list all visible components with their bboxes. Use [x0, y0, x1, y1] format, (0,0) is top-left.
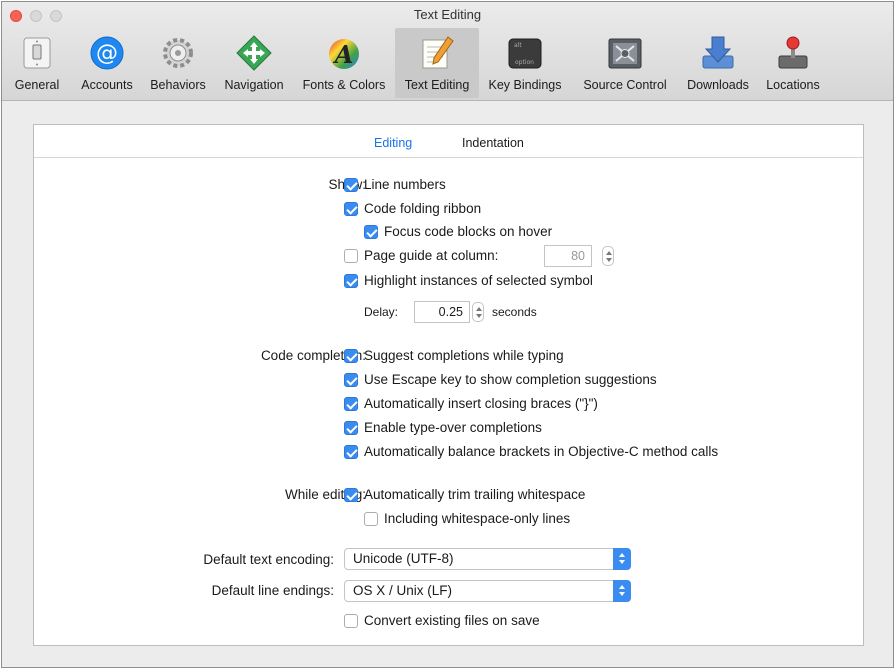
delay-stepper[interactable]	[472, 302, 484, 322]
option-key-icon: alt option	[508, 38, 542, 69]
line-endings-label: Default line endings:	[211, 583, 334, 598]
closing-braces-label: Automatically insert closing braces ("}"…	[364, 396, 598, 411]
page-guide-label: Page guide at column:	[364, 248, 499, 263]
editing-pane: Editing Indentation Show: Line numbers C…	[33, 124, 864, 646]
toolbar-downloads[interactable]: Downloads	[680, 28, 756, 98]
text-encoding-label: Default text encoding:	[203, 552, 334, 567]
preferences-window: Text Editing General @ Accounts Behavior…	[1, 1, 894, 668]
navigation-arrows-icon	[236, 35, 272, 71]
type-over-checkbox[interactable]	[344, 421, 358, 435]
toolbar-fonts-colors[interactable]: A Fonts & Colors	[294, 28, 394, 98]
escape-key-label: Use Escape key to show completion sugges…	[364, 372, 657, 387]
notepad-pencil-icon	[422, 36, 454, 69]
line-endings-value: OS X / Unix (LF)	[353, 583, 453, 598]
toolbar-label: General	[14, 78, 60, 92]
toolbar-source-control[interactable]: Source Control	[572, 28, 678, 98]
type-over-label: Enable type-over completions	[364, 420, 542, 435]
focus-blocks-label: Focus code blocks on hover	[384, 224, 553, 239]
toolbar-general[interactable]: General	[8, 28, 66, 98]
text-encoding-popup[interactable]: Unicode (UTF-8)	[344, 548, 631, 570]
suggest-completions-label: Suggest completions while typing	[364, 348, 564, 363]
line-endings-popup[interactable]: OS X / Unix (LF)	[344, 580, 631, 602]
whitespace-only-lines-checkbox[interactable]	[364, 512, 378, 526]
balance-brackets-checkbox[interactable]	[344, 445, 358, 459]
tab-indentation[interactable]: Indentation	[462, 136, 524, 150]
page-guide-checkbox[interactable]	[344, 249, 358, 263]
toolbar-behaviors[interactable]: Behaviors	[142, 28, 214, 98]
light-switch-icon	[23, 37, 51, 69]
code-folding-checkbox[interactable]	[344, 202, 358, 216]
trim-whitespace-label: Automatically trim trailing whitespace	[364, 487, 586, 502]
at-sign-icon: @	[90, 36, 124, 70]
closing-braces-checkbox[interactable]	[344, 397, 358, 411]
whitespace-only-lines-label: Including whitespace-only lines	[384, 511, 571, 526]
font-letter-icon: A	[329, 39, 359, 69]
gears-icon	[163, 38, 193, 68]
toolbar-label: Behaviors	[150, 78, 206, 92]
toolbar-label: Fonts & Colors	[302, 78, 386, 92]
svg-text:alt: alt	[514, 42, 522, 49]
toolbar-locations[interactable]: Locations	[758, 28, 828, 98]
toolbar-navigation[interactable]: Navigation	[216, 28, 292, 98]
chevron-updown-icon	[613, 580, 631, 602]
toolbar-accounts[interactable]: @ Accounts	[74, 28, 140, 98]
highlight-label: Highlight instances of selected symbol	[364, 273, 593, 288]
toolbar-label: Key Bindings	[488, 78, 562, 92]
trim-whitespace-checkbox[interactable]	[344, 488, 358, 502]
code-folding-label: Code folding ribbon	[364, 201, 482, 216]
toolbar-label: Navigation	[224, 78, 284, 92]
delay-label: Delay:	[364, 305, 399, 319]
toolbar-label: Locations	[766, 78, 820, 92]
delay-field[interactable]: 0.25	[414, 301, 470, 323]
toolbar-label: Accounts	[81, 78, 133, 92]
convert-files-label: Convert existing files on save	[364, 613, 540, 628]
toolbar-label: Source Control	[583, 78, 667, 92]
delay-unit: seconds	[492, 305, 537, 319]
text-encoding-value: Unicode (UTF-8)	[353, 551, 454, 566]
svg-text:@: @	[96, 41, 118, 66]
page-guide-column-field[interactable]: 80	[544, 245, 592, 267]
toolbar-text-editing[interactable]: Text Editing	[395, 28, 479, 98]
page-guide-stepper[interactable]	[602, 246, 614, 266]
escape-key-checkbox[interactable]	[344, 373, 358, 387]
title-bar: Text Editing General @ Accounts Behavior…	[2, 2, 893, 101]
line-numbers-checkbox[interactable]	[344, 178, 358, 192]
downloads-arrow-icon	[702, 36, 734, 69]
source-control-icon	[608, 38, 642, 69]
focus-blocks-checkbox[interactable]	[364, 225, 378, 239]
svg-text:A: A	[333, 40, 354, 69]
joystick-icon	[778, 36, 808, 69]
toolbar-key-bindings[interactable]: alt option Key Bindings	[480, 28, 570, 98]
line-numbers-label: Line numbers	[364, 177, 446, 192]
svg-text:option: option	[515, 59, 534, 66]
convert-files-checkbox[interactable]	[344, 614, 358, 628]
suggest-completions-checkbox[interactable]	[344, 349, 358, 363]
tab-editing[interactable]: Editing	[374, 136, 412, 150]
balance-brackets-label: Automatically balance brackets in Object…	[364, 444, 719, 459]
window-title: Text Editing	[413, 7, 482, 22]
chevron-updown-icon	[613, 548, 631, 570]
highlight-checkbox[interactable]	[344, 274, 358, 288]
tab-bar: Editing Indentation	[34, 125, 863, 158]
toolbar-label: Text Editing	[404, 78, 470, 92]
toolbar-label: Downloads	[687, 78, 749, 92]
